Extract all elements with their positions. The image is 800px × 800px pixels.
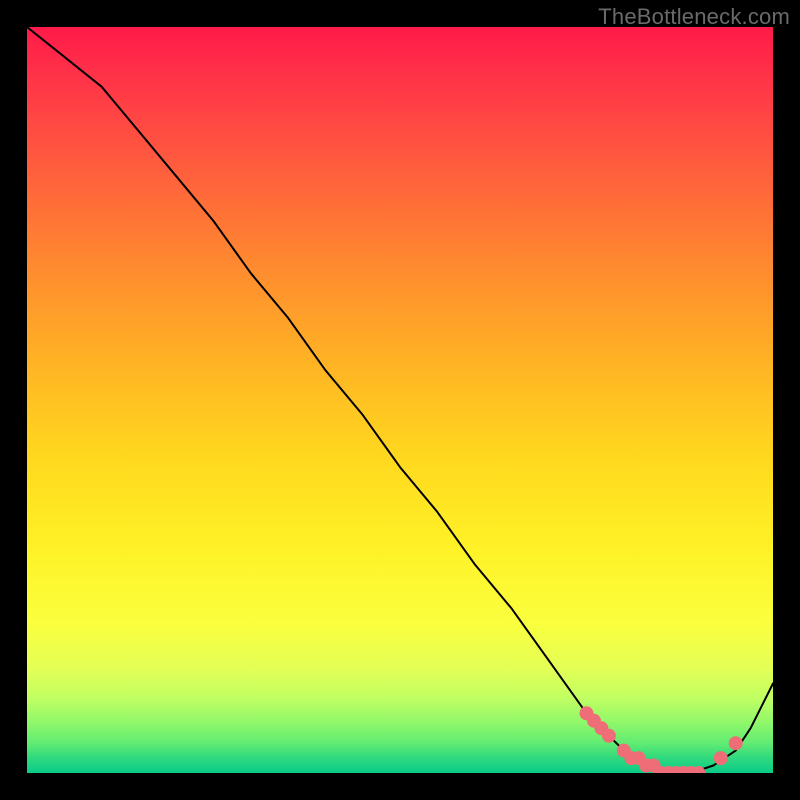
marker-group (580, 706, 743, 773)
bottleneck-curve (27, 27, 773, 773)
data-marker (714, 751, 728, 765)
plot-area (27, 27, 773, 773)
chart-overlay (27, 27, 773, 773)
data-marker (729, 736, 743, 750)
data-marker (602, 729, 616, 743)
chart-frame: TheBottleneck.com (0, 0, 800, 800)
watermark-text: TheBottleneck.com (598, 4, 790, 30)
